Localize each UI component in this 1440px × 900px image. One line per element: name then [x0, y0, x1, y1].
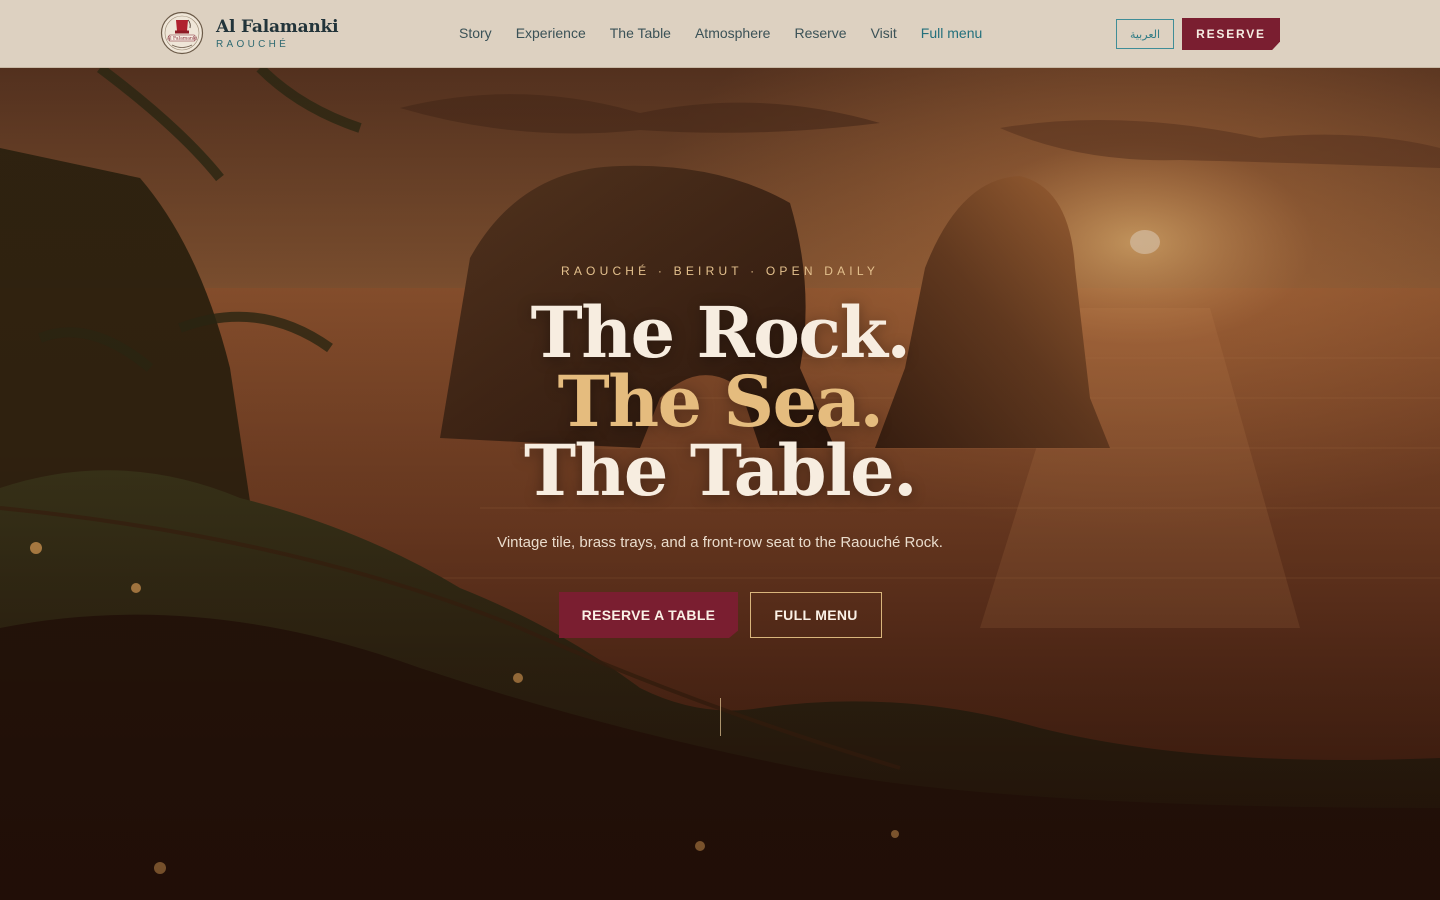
full-menu-button[interactable]: FULL MENU [750, 592, 882, 638]
nav-atmosphere[interactable]: Atmosphere [695, 24, 770, 42]
nav-story[interactable]: Story [459, 24, 492, 42]
reserve-table-button[interactable]: RESERVE A TABLE [559, 592, 738, 638]
nav-the-table[interactable]: The Table [610, 24, 671, 42]
headline-line-sea: The Sea. [557, 360, 884, 443]
scroll-indicator-line [720, 698, 721, 736]
nav-full-menu[interactable]: Full menu [921, 24, 982, 42]
nav-experience[interactable]: Experience [516, 24, 586, 42]
main-nav: Story Experience The Table Atmosphere Re… [459, 24, 1006, 42]
headline-line-rock: The Rock. [530, 291, 911, 374]
hero-subtitle: Vintage tile, brass trays, and a front-r… [497, 534, 943, 551]
brand-location: RAOUCHÉ [216, 38, 290, 50]
header-reserve-button[interactable]: RESERVE [1182, 18, 1280, 50]
hero-headline: The Rock. The Sea. The Table. [0, 291, 1440, 512]
brand-home-link[interactable]: Al Falamanki Al Falamanki RAOUCHÉ [160, 11, 339, 55]
hero-content: RAOUCHÉ · BEIRUT · OPEN DAILY The Rock. … [0, 68, 1440, 900]
hero-eyebrow: RAOUCHÉ · BEIRUT · OPEN DAILY [560, 264, 880, 278]
language-toggle-button[interactable]: العربية [1116, 19, 1174, 49]
logo-wordmark: Al Falamanki [166, 36, 198, 42]
brand-name: Al Falamanki [216, 16, 339, 37]
hero-section: RAOUCHÉ · BEIRUT · OPEN DAILY The Rock. … [0, 68, 1440, 900]
site-header: Al Falamanki Al Falamanki RAOUCHÉ Story … [0, 0, 1440, 68]
nav-visit[interactable]: Visit [871, 24, 897, 42]
fez-emblem-icon: Al Falamanki [160, 11, 204, 55]
nav-reserve[interactable]: Reserve [794, 24, 846, 42]
headline-line-table: The Table. [523, 429, 918, 512]
